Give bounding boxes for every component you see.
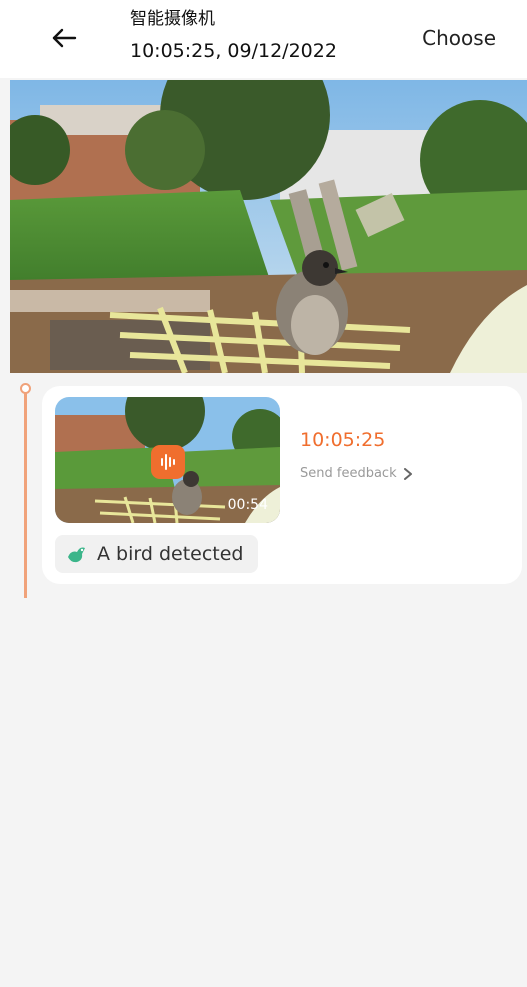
chevron-right-icon (403, 467, 412, 480)
bird-icon (68, 547, 85, 563)
arrow-left-icon (52, 28, 77, 48)
clip-duration: 00:54 (227, 497, 268, 513)
event-time: 10:05:25 (300, 429, 386, 451)
event-card[interactable]: 00:54 10:05:25 Send feedback A bird dete… (42, 386, 522, 584)
timeline-dot (20, 383, 31, 394)
send-feedback-label: Send feedback (300, 466, 397, 481)
header: 智能摄像机 10:05:25, 09/12/2022 Choose (0, 0, 527, 78)
back-button[interactable] (48, 22, 80, 54)
send-feedback-link[interactable]: Send feedback (300, 466, 413, 481)
choose-button[interactable]: Choose (422, 26, 496, 50)
title-block: 智能摄像机 10:05:25, 09/12/2022 (130, 8, 337, 64)
video-player[interactable] (10, 80, 527, 373)
detection-tag: A bird detected (55, 535, 258, 573)
timeline-line (24, 386, 27, 598)
detection-label: A bird detected (97, 543, 244, 565)
audio-button[interactable] (151, 445, 185, 479)
audio-wave-icon (161, 454, 175, 470)
event-thumbnail[interactable]: 00:54 (55, 397, 280, 523)
camera-name: 智能摄像机 (130, 9, 215, 29)
camera-snapshot (10, 80, 527, 373)
timestamp: 10:05:25, 09/12/2022 (130, 40, 337, 62)
